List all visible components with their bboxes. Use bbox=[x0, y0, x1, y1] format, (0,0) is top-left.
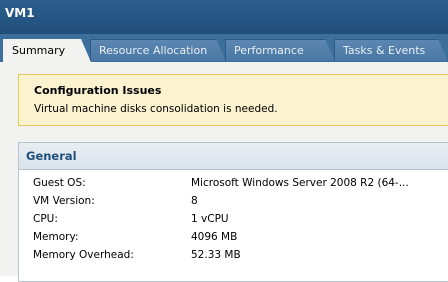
memory-overhead-value: 52.33 MB bbox=[191, 249, 241, 261]
memory-value: 4096 MB bbox=[191, 231, 238, 243]
general-row-memory-overhead: Memory Overhead: 52.33 MB bbox=[19, 249, 448, 267]
tab-summary[interactable]: Summary bbox=[3, 39, 91, 62]
configuration-issue-message: Virtual machine disks consolidation is n… bbox=[34, 103, 278, 115]
window-title: VM1 bbox=[5, 6, 35, 20]
summary-content: Configuration Issues Virtual machine dis… bbox=[0, 62, 448, 282]
general-panel: General Guest OS: Microsoft Windows Serv… bbox=[18, 142, 448, 282]
general-header[interactable]: General bbox=[19, 143, 448, 170]
cpu-value: 1 vCPU bbox=[191, 213, 229, 225]
tab-performance[interactable]: Performance bbox=[225, 39, 335, 61]
vm-version-label: VM Version: bbox=[33, 195, 95, 207]
general-row-vm-version: VM Version: 8 bbox=[19, 195, 448, 213]
general-row-cpu: CPU: 1 vCPU bbox=[19, 213, 448, 231]
memory-label: Memory: bbox=[33, 231, 79, 243]
guest-os-value: Microsoft Windows Server 2008 R2 (64-... bbox=[191, 177, 409, 189]
tab-resource-allocation[interactable]: Resource Allocation bbox=[90, 39, 226, 61]
vm-version-value: 8 bbox=[191, 195, 198, 207]
memory-overhead-label: Memory Overhead: bbox=[33, 249, 134, 261]
general-row-guest-os: Guest OS: Microsoft Windows Server 2008 … bbox=[19, 177, 448, 195]
tab-strip: Summary Resource Allocation Performance … bbox=[0, 34, 448, 62]
general-row-memory: Memory: 4096 MB bbox=[19, 231, 448, 249]
window-titlebar: VM1 bbox=[0, 0, 448, 34]
configuration-issues-panel: Configuration Issues Virtual machine dis… bbox=[18, 74, 448, 126]
configuration-issues-title: Configuration Issues bbox=[34, 84, 162, 97]
tab-tasks-events[interactable]: Tasks & Events bbox=[334, 39, 448, 61]
cpu-label: CPU: bbox=[33, 213, 58, 225]
general-title: General bbox=[26, 149, 77, 163]
guest-os-label: Guest OS: bbox=[33, 177, 86, 189]
